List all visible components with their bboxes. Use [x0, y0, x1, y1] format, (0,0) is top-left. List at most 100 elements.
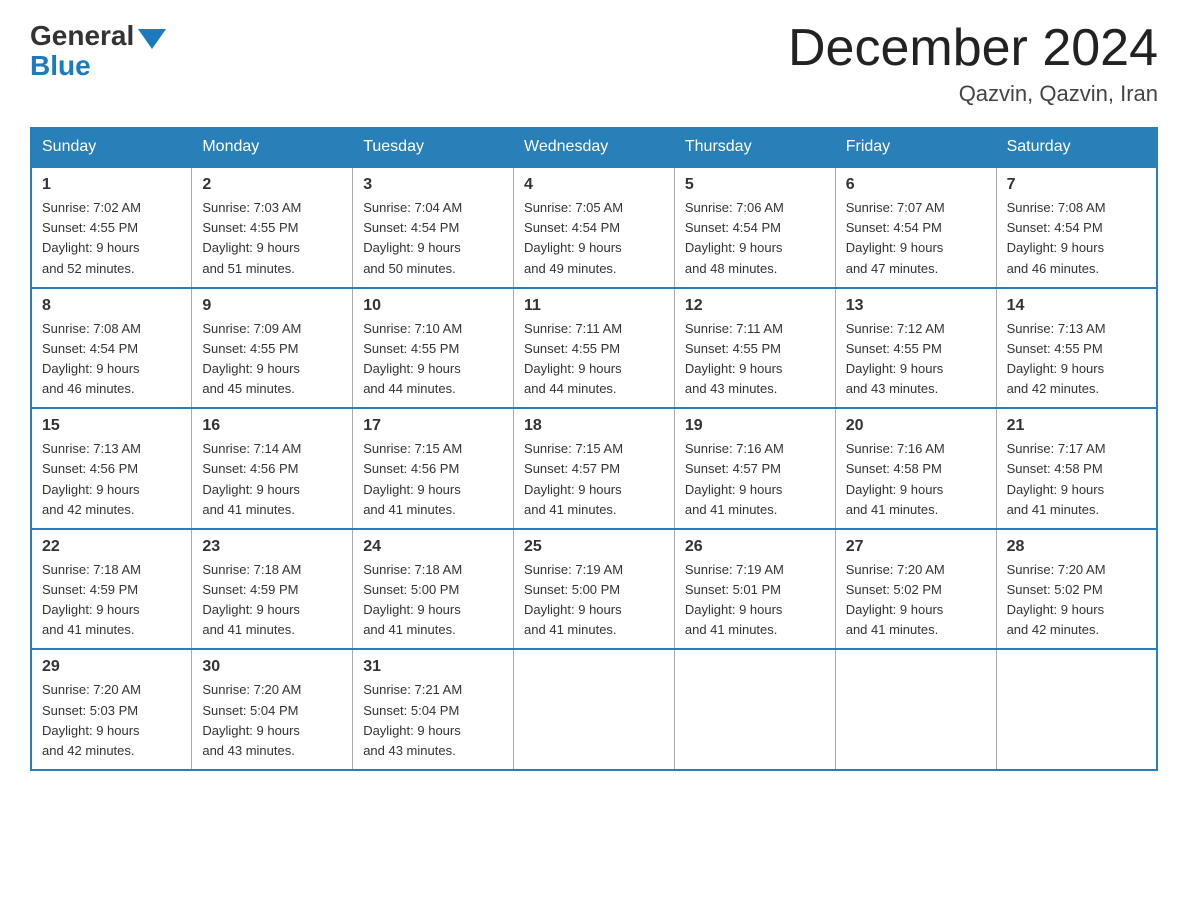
logo-top: General: [30, 20, 166, 52]
calendar-day-cell: 9 Sunrise: 7:09 AMSunset: 4:55 PMDayligh…: [192, 288, 353, 409]
day-number: 14: [1007, 297, 1146, 315]
day-number: 29: [42, 658, 181, 676]
calendar-day-cell: 6 Sunrise: 7:07 AMSunset: 4:54 PMDayligh…: [835, 167, 996, 288]
day-info: Sunrise: 7:14 AMSunset: 4:56 PMDaylight:…: [202, 439, 342, 520]
day-number: 7: [1007, 176, 1146, 194]
page-header: General Blue December 2024 Qazvin, Qazvi…: [30, 20, 1158, 107]
day-number: 23: [202, 538, 342, 556]
day-number: 6: [846, 176, 986, 194]
day-info: Sunrise: 7:17 AMSunset: 4:58 PMDaylight:…: [1007, 439, 1146, 520]
day-info: Sunrise: 7:11 AMSunset: 4:55 PMDaylight:…: [685, 319, 825, 400]
day-info: Sunrise: 7:04 AMSunset: 4:54 PMDaylight:…: [363, 198, 503, 279]
logo-arrow-icon: [138, 29, 166, 49]
day-info: Sunrise: 7:02 AMSunset: 4:55 PMDaylight:…: [42, 198, 181, 279]
calendar-empty-cell: [835, 649, 996, 770]
day-info: Sunrise: 7:18 AMSunset: 4:59 PMDaylight:…: [202, 560, 342, 641]
day-info: Sunrise: 7:13 AMSunset: 4:56 PMDaylight:…: [42, 439, 181, 520]
day-info: Sunrise: 7:12 AMSunset: 4:55 PMDaylight:…: [846, 319, 986, 400]
day-number: 15: [42, 417, 181, 435]
day-number: 30: [202, 658, 342, 676]
day-number: 4: [524, 176, 664, 194]
day-number: 28: [1007, 538, 1146, 556]
day-info: Sunrise: 7:20 AMSunset: 5:02 PMDaylight:…: [846, 560, 986, 641]
day-info: Sunrise: 7:20 AMSunset: 5:03 PMDaylight:…: [42, 680, 181, 761]
calendar-day-cell: 2 Sunrise: 7:03 AMSunset: 4:55 PMDayligh…: [192, 167, 353, 288]
calendar-day-cell: 23 Sunrise: 7:18 AMSunset: 4:59 PMDaylig…: [192, 529, 353, 650]
day-number: 8: [42, 297, 181, 315]
day-info: Sunrise: 7:20 AMSunset: 5:04 PMDaylight:…: [202, 680, 342, 761]
day-number: 25: [524, 538, 664, 556]
calendar-week-row: 29 Sunrise: 7:20 AMSunset: 5:03 PMDaylig…: [31, 649, 1157, 770]
calendar-day-cell: 5 Sunrise: 7:06 AMSunset: 4:54 PMDayligh…: [674, 167, 835, 288]
day-info: Sunrise: 7:19 AMSunset: 5:01 PMDaylight:…: [685, 560, 825, 641]
logo-general-text: General: [30, 20, 134, 52]
calendar-week-row: 22 Sunrise: 7:18 AMSunset: 4:59 PMDaylig…: [31, 529, 1157, 650]
weekday-header-thursday: Thursday: [674, 128, 835, 168]
calendar-empty-cell: [514, 649, 675, 770]
calendar-day-cell: 20 Sunrise: 7:16 AMSunset: 4:58 PMDaylig…: [835, 408, 996, 529]
calendar-day-cell: 29 Sunrise: 7:20 AMSunset: 5:03 PMDaylig…: [31, 649, 192, 770]
day-number: 1: [42, 176, 181, 194]
day-number: 19: [685, 417, 825, 435]
calendar-day-cell: 4 Sunrise: 7:05 AMSunset: 4:54 PMDayligh…: [514, 167, 675, 288]
day-number: 9: [202, 297, 342, 315]
day-number: 27: [846, 538, 986, 556]
day-number: 22: [42, 538, 181, 556]
calendar-week-row: 15 Sunrise: 7:13 AMSunset: 4:56 PMDaylig…: [31, 408, 1157, 529]
calendar-day-cell: 18 Sunrise: 7:15 AMSunset: 4:57 PMDaylig…: [514, 408, 675, 529]
day-info: Sunrise: 7:06 AMSunset: 4:54 PMDaylight:…: [685, 198, 825, 279]
subtitle: Qazvin, Qazvin, Iran: [788, 81, 1158, 107]
day-info: Sunrise: 7:18 AMSunset: 5:00 PMDaylight:…: [363, 560, 503, 641]
day-number: 12: [685, 297, 825, 315]
calendar-day-cell: 14 Sunrise: 7:13 AMSunset: 4:55 PMDaylig…: [996, 288, 1157, 409]
weekday-header-tuesday: Tuesday: [353, 128, 514, 168]
weekday-header-monday: Monday: [192, 128, 353, 168]
weekday-header-wednesday: Wednesday: [514, 128, 675, 168]
day-number: 2: [202, 176, 342, 194]
calendar-day-cell: 16 Sunrise: 7:14 AMSunset: 4:56 PMDaylig…: [192, 408, 353, 529]
day-info: Sunrise: 7:13 AMSunset: 4:55 PMDaylight:…: [1007, 319, 1146, 400]
calendar-day-cell: 27 Sunrise: 7:20 AMSunset: 5:02 PMDaylig…: [835, 529, 996, 650]
calendar-day-cell: 19 Sunrise: 7:16 AMSunset: 4:57 PMDaylig…: [674, 408, 835, 529]
day-number: 11: [524, 297, 664, 315]
day-info: Sunrise: 7:16 AMSunset: 4:58 PMDaylight:…: [846, 439, 986, 520]
calendar-day-cell: 3 Sunrise: 7:04 AMSunset: 4:54 PMDayligh…: [353, 167, 514, 288]
calendar-day-cell: 8 Sunrise: 7:08 AMSunset: 4:54 PMDayligh…: [31, 288, 192, 409]
day-info: Sunrise: 7:10 AMSunset: 4:55 PMDaylight:…: [363, 319, 503, 400]
calendar-day-cell: 28 Sunrise: 7:20 AMSunset: 5:02 PMDaylig…: [996, 529, 1157, 650]
calendar-day-cell: 13 Sunrise: 7:12 AMSunset: 4:55 PMDaylig…: [835, 288, 996, 409]
day-info: Sunrise: 7:05 AMSunset: 4:54 PMDaylight:…: [524, 198, 664, 279]
calendar-day-cell: 1 Sunrise: 7:02 AMSunset: 4:55 PMDayligh…: [31, 167, 192, 288]
logo-blue-text: Blue: [30, 50, 91, 82]
calendar-day-cell: 10 Sunrise: 7:10 AMSunset: 4:55 PMDaylig…: [353, 288, 514, 409]
weekday-header-saturday: Saturday: [996, 128, 1157, 168]
calendar-day-cell: 12 Sunrise: 7:11 AMSunset: 4:55 PMDaylig…: [674, 288, 835, 409]
day-info: Sunrise: 7:15 AMSunset: 4:56 PMDaylight:…: [363, 439, 503, 520]
calendar-day-cell: 26 Sunrise: 7:19 AMSunset: 5:01 PMDaylig…: [674, 529, 835, 650]
day-number: 24: [363, 538, 503, 556]
day-number: 26: [685, 538, 825, 556]
day-number: 3: [363, 176, 503, 194]
day-info: Sunrise: 7:09 AMSunset: 4:55 PMDaylight:…: [202, 319, 342, 400]
calendar-day-cell: 30 Sunrise: 7:20 AMSunset: 5:04 PMDaylig…: [192, 649, 353, 770]
day-info: Sunrise: 7:08 AMSunset: 4:54 PMDaylight:…: [1007, 198, 1146, 279]
day-info: Sunrise: 7:20 AMSunset: 5:02 PMDaylight:…: [1007, 560, 1146, 641]
day-number: 17: [363, 417, 503, 435]
day-info: Sunrise: 7:03 AMSunset: 4:55 PMDaylight:…: [202, 198, 342, 279]
calendar-day-cell: 24 Sunrise: 7:18 AMSunset: 5:00 PMDaylig…: [353, 529, 514, 650]
weekday-header-friday: Friday: [835, 128, 996, 168]
day-info: Sunrise: 7:21 AMSunset: 5:04 PMDaylight:…: [363, 680, 503, 761]
day-info: Sunrise: 7:11 AMSunset: 4:55 PMDaylight:…: [524, 319, 664, 400]
calendar-day-cell: 11 Sunrise: 7:11 AMSunset: 4:55 PMDaylig…: [514, 288, 675, 409]
day-info: Sunrise: 7:16 AMSunset: 4:57 PMDaylight:…: [685, 439, 825, 520]
calendar-week-row: 1 Sunrise: 7:02 AMSunset: 4:55 PMDayligh…: [31, 167, 1157, 288]
day-number: 31: [363, 658, 503, 676]
calendar-day-cell: 7 Sunrise: 7:08 AMSunset: 4:54 PMDayligh…: [996, 167, 1157, 288]
day-number: 13: [846, 297, 986, 315]
calendar-week-row: 8 Sunrise: 7:08 AMSunset: 4:54 PMDayligh…: [31, 288, 1157, 409]
calendar-day-cell: 31 Sunrise: 7:21 AMSunset: 5:04 PMDaylig…: [353, 649, 514, 770]
day-info: Sunrise: 7:18 AMSunset: 4:59 PMDaylight:…: [42, 560, 181, 641]
calendar-day-cell: 15 Sunrise: 7:13 AMSunset: 4:56 PMDaylig…: [31, 408, 192, 529]
calendar-empty-cell: [674, 649, 835, 770]
day-number: 20: [846, 417, 986, 435]
